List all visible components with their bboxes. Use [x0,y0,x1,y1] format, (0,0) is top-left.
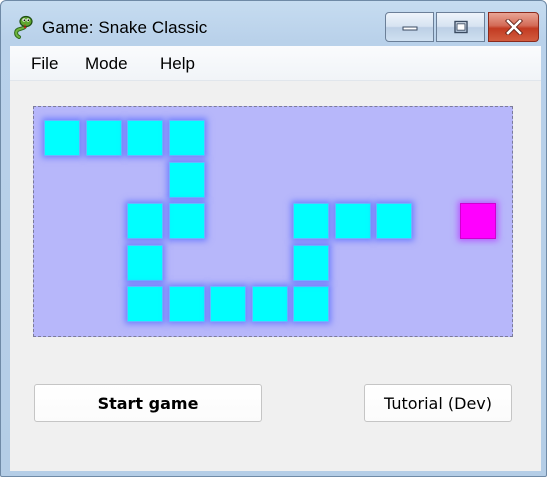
close-icon [504,19,523,35]
close-button[interactable] [488,12,539,42]
snake-segment [44,120,80,156]
menu-help[interactable]: Help [160,54,195,74]
snake-segment [169,286,205,322]
tutorial-button[interactable]: Tutorial (Dev) [364,384,512,422]
start-game-button[interactable]: Start game [34,384,262,422]
snake-segment [86,120,122,156]
window-title: Game: Snake Classic [42,18,208,37]
snake-segment [127,203,163,239]
title-bar[interactable]: Game: Snake Classic [1,1,546,45]
snake-segment [127,245,163,281]
maximize-icon [453,20,468,34]
menu-bar: File Mode Help [10,46,541,81]
snake-segment [293,286,329,322]
maximize-button[interactable] [436,12,485,42]
snake-segment [210,286,246,322]
snake-segment [252,286,288,322]
snake-icon [14,15,33,39]
menu-mode[interactable]: Mode [85,54,128,74]
snake-segment [335,203,371,239]
snake-segment [293,203,329,239]
snake-segment [169,120,205,156]
snake-segment [376,203,412,239]
minimize-icon [402,26,417,31]
snake-segment [127,286,163,322]
game-board[interactable] [33,106,513,337]
menu-file[interactable]: File [31,54,58,74]
snake-segment [127,120,163,156]
snake-segment [169,203,205,239]
snake-segment [169,162,205,198]
minimize-button[interactable] [385,12,434,42]
snake-segment [293,245,329,281]
food-pellet [460,203,496,239]
